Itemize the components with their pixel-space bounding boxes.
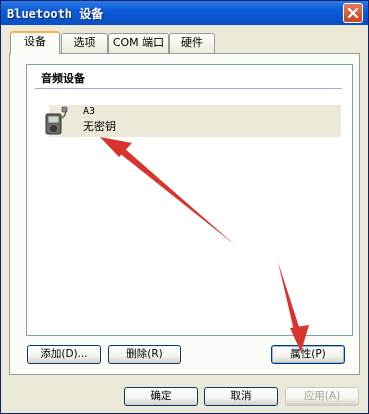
devices-tab-panel: 音频设备 A3 无密钥 添加(D)... 删除(R) 属性(P) [9, 53, 360, 375]
remove-device-button[interactable]: 删除(R) [108, 345, 181, 364]
window-title: Bluetooth 设备 [7, 7, 104, 21]
bluetooth-dialog: Bluetooth 设备 设备 选项 COM 端口 硬件 音频设备 A3 无密钥… [0, 0, 369, 414]
title-bar[interactable]: Bluetooth 设备 [1, 1, 368, 25]
tab-com-ports[interactable]: COM 端口 [108, 33, 169, 53]
close-icon [347, 7, 359, 19]
headset-device-icon [43, 106, 69, 138]
device-list[interactable]: 音频设备 A3 无密钥 [26, 64, 353, 336]
audio-devices-header: 音频设备 [41, 72, 85, 85]
list-item[interactable]: A3 无密钥 [45, 105, 341, 137]
group-divider [35, 88, 342, 89]
cancel-button[interactable]: 取消 [204, 387, 278, 406]
apply-button[interactable]: 应用(A) [285, 387, 359, 406]
device-name: A3 [83, 106, 96, 117]
close-button[interactable] [343, 3, 363, 23]
device-status: 无密钥 [83, 120, 116, 133]
tab-options[interactable]: 选项 [61, 33, 108, 53]
tab-hardware[interactable]: 硬件 [169, 33, 215, 53]
ok-button[interactable]: 确定 [124, 387, 198, 406]
properties-button[interactable]: 属性(P) [271, 345, 345, 364]
tab-devices[interactable]: 设备 [10, 31, 60, 54]
add-device-button[interactable]: 添加(D)... [27, 345, 101, 364]
